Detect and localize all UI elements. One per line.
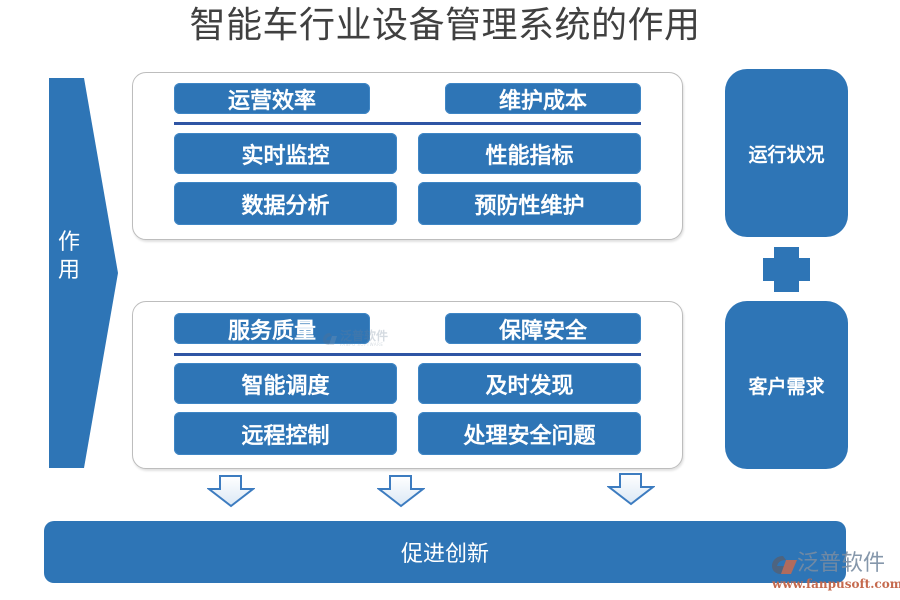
operating-status-box: 运行状况 (725, 69, 848, 237)
panel-service: 服务质量 保障安全 智能调度 及时发现 远程控制 处理安全问题 (132, 301, 683, 469)
brand-logo-icon (772, 556, 797, 574)
panel-operations: 运营效率 维护成本 实时监控 性能指标 数据分析 预防性维护 (132, 72, 683, 240)
watermark-logo-icon (323, 332, 337, 345)
watermark: 泛普软件 FANPU SOFTWARE (322, 330, 388, 347)
customer-demand-box: 客户需求 (725, 301, 848, 469)
panel-header-left: 运营效率 (174, 83, 370, 114)
result-label: 促进创新 (400, 542, 489, 567)
brand-url: www.fanpusoft.com (772, 577, 900, 591)
panel-item: 智能调度 (174, 363, 397, 404)
side-label-char: 作 (57, 230, 80, 255)
watermark-sub: FANPU SOFTWARE (340, 342, 384, 347)
watermark-brand: 泛普软件 (340, 329, 389, 343)
panel-item: 性能指标 (418, 133, 641, 174)
panel-item: 处理安全问题 (418, 412, 641, 455)
panel-divider (174, 122, 641, 125)
down-arrow-icon (377, 475, 425, 508)
diagram-title: 智能车行业设备管理系统的作用 (189, 5, 701, 46)
panel-divider (174, 353, 641, 356)
down-arrow-icon (207, 475, 255, 508)
panel-item: 实时监控 (174, 133, 397, 174)
panel-item: 数据分析 (174, 182, 397, 225)
panel-item: 及时发现 (418, 363, 641, 404)
down-arrow-icon (607, 473, 655, 506)
panel-item: 预防性维护 (418, 182, 641, 225)
panel-item: 远程控制 (174, 412, 397, 455)
panel-header-right: 维护成本 (445, 83, 641, 114)
side-label-char: 用 (57, 258, 80, 283)
brand-name: 泛普软件 (797, 551, 886, 576)
side-label: 作 用 (49, 229, 89, 285)
panel-header-right: 保障安全 (445, 313, 641, 344)
plus-icon-bar (763, 258, 810, 281)
result-bar: 促进创新 (44, 521, 846, 583)
